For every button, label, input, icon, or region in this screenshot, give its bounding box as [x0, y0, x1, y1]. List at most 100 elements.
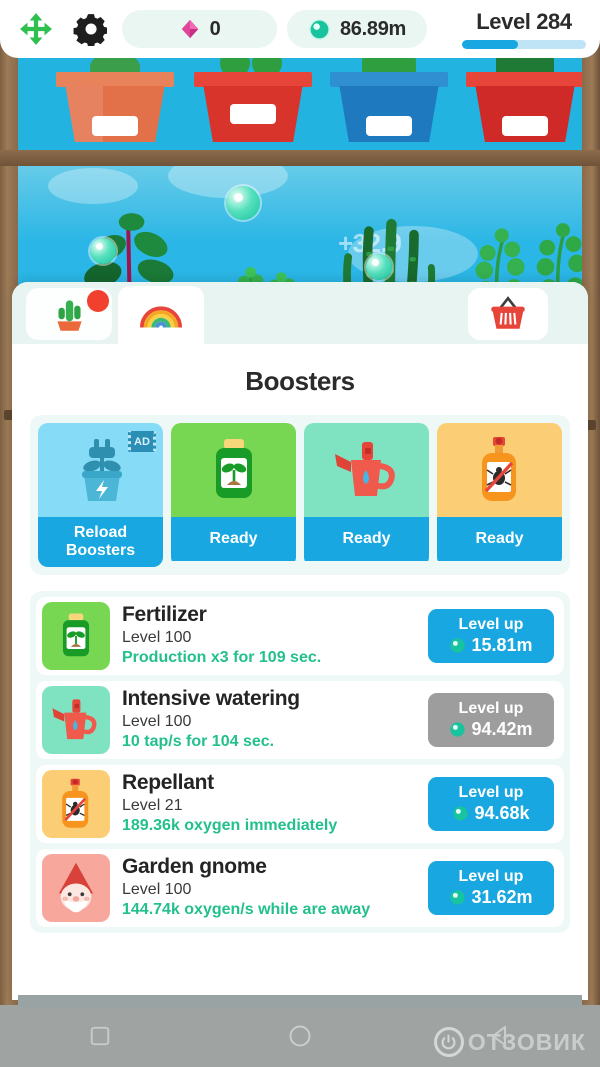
list-item[interactable]: Intensive watering Level 100 10 tap/s fo…	[36, 680, 564, 759]
booster-card-fertilizer[interactable]: Ready	[171, 423, 296, 567]
oxygen-bubble[interactable]	[366, 254, 392, 280]
pot-label	[230, 104, 276, 124]
move-arrows-icon[interactable]	[14, 7, 58, 51]
upgrade-info: Garden gnome Level 100 144.74k oxygen/s …	[122, 855, 416, 922]
level-up-label: Level up	[458, 699, 524, 717]
level-up-button[interactable]: Level up 94.42m	[428, 692, 554, 747]
upgrade-info: Intensive watering Level 100 10 tap/s fo…	[122, 687, 416, 754]
upgrade-title: Intensive watering	[122, 686, 300, 710]
gem-currency-pill[interactable]: 0	[122, 10, 277, 48]
booster-card-repellant[interactable]: Ready	[437, 423, 562, 567]
tab-boosters[interactable]	[118, 286, 204, 344]
level-up-button[interactable]: Level up 15.81m	[428, 608, 554, 663]
square-recents-icon	[90, 1026, 110, 1046]
booster-cta-label[interactable]: Ready	[304, 517, 429, 561]
gem-count: 0	[209, 17, 221, 40]
booster-cta-label[interactable]: Reload Boosters	[38, 517, 163, 567]
cost-value: 94.68k	[474, 802, 530, 823]
cactus-icon	[57, 300, 82, 331]
upgrade-icon	[42, 769, 110, 838]
booster-cta-label[interactable]: Ready	[437, 517, 562, 561]
level-up-label: Level up	[458, 867, 524, 885]
cost-value: 31.62m	[471, 886, 533, 907]
ad-badge: AD	[128, 431, 156, 452]
cost-value: 94.42m	[471, 718, 533, 739]
gem-diamond-icon	[181, 19, 198, 39]
oxygen-bubble-icon	[450, 638, 466, 653]
plant-pot[interactable]	[466, 58, 582, 150]
site-watermark: ОТЗОВИК	[433, 1027, 586, 1057]
rainbow-icon	[139, 306, 183, 328]
pot-rim	[194, 72, 312, 87]
plant-pot[interactable]	[194, 58, 312, 150]
level-progress-fill	[462, 40, 518, 49]
oxygen-bubble-icon	[450, 722, 466, 737]
upgrades-list: Fertilizer Level 100 Production x3 for 1…	[30, 590, 570, 933]
oxygen-currency-pill[interactable]: 86.89m	[287, 10, 427, 48]
cost-value: 15.81m	[471, 634, 533, 655]
level-up-button[interactable]: Level up 31.62m	[428, 860, 554, 915]
level-label: Level 284	[476, 9, 572, 34]
upgrade-info: Repellant Level 21 189.36k oxygen immedi…	[122, 771, 416, 838]
pot-label	[92, 116, 138, 136]
plant-shelf-top	[18, 58, 582, 150]
upgrade-icon	[42, 685, 110, 754]
pot-rim	[56, 72, 174, 87]
oxygen-bubble[interactable]	[226, 186, 260, 220]
upgrade-level: Level 100	[122, 628, 192, 646]
level-up-label: Level up	[458, 783, 524, 801]
repellant-bottle-icon	[62, 778, 89, 828]
fertilizer-bottle-icon	[62, 613, 90, 657]
shelf-board	[0, 150, 600, 166]
booster-art	[171, 423, 296, 517]
oxygen-bubble[interactable]	[90, 238, 116, 264]
home-button[interactable]	[270, 1016, 330, 1056]
upgrade-level: Level 100	[122, 880, 192, 898]
upgrade-title: Garden gnome	[122, 854, 267, 878]
top-hud-bar: 0 86.89m Level 284	[0, 0, 600, 58]
tab-plants[interactable]	[26, 288, 112, 340]
list-item[interactable]: Repellant Level 21 189.36k oxygen immedi…	[36, 764, 564, 843]
pot-rim	[330, 72, 448, 87]
level-up-cost: 15.81m	[432, 635, 550, 656]
upgrade-effect: 10 tap/s for 104 sec.	[122, 733, 275, 751]
notification-badge	[87, 290, 109, 312]
watering-can-icon	[334, 442, 395, 496]
level-up-button[interactable]: Level up 94.68k	[428, 776, 554, 831]
fertilizer-bottle-icon	[215, 439, 252, 498]
upgrade-level: Level 100	[122, 712, 192, 730]
level-indicator: Level 284	[462, 9, 586, 49]
list-item[interactable]: Fertilizer Level 100 Production x3 for 1…	[36, 596, 564, 675]
level-up-cost: 31.62m	[432, 887, 550, 908]
booster-art: AD	[38, 423, 163, 517]
booster-card-reload[interactable]: AD Reload Boosters	[38, 423, 163, 567]
booster-cta-label[interactable]: Ready	[171, 517, 296, 561]
upgrade-effect: 189.36k oxygen immediately	[122, 817, 338, 835]
booster-grid: AD Reload Boosters Ready Ready Ready	[30, 415, 570, 575]
power-logo-icon	[433, 1027, 464, 1057]
oxygen-bubble-icon	[450, 890, 466, 905]
boosters-panel: Boosters AD Reload Boosters Ready Ready …	[12, 282, 588, 1000]
shopping-basket-icon	[491, 296, 525, 329]
level-up-cost: 94.42m	[432, 719, 550, 740]
repellant-bottle-icon	[481, 437, 516, 501]
upgrade-icon	[42, 853, 110, 922]
plant-pot[interactable]	[56, 58, 174, 150]
plant-pot[interactable]	[330, 58, 448, 150]
list-item[interactable]: Garden gnome Level 100 144.74k oxygen/s …	[36, 848, 564, 927]
gear-icon[interactable]	[68, 7, 112, 51]
tab-shop[interactable]	[468, 288, 548, 340]
upgrade-info: Fertilizer Level 100 Production x3 for 1…	[122, 603, 416, 670]
plug-plant-icon	[81, 439, 122, 501]
pot-label	[366, 116, 412, 136]
panel-body: Boosters AD Reload Boosters Ready Ready …	[12, 344, 588, 1000]
oxygen-bubble-icon	[309, 18, 330, 40]
pot-rim	[466, 72, 582, 87]
nav-top-strip	[18, 995, 582, 1007]
watering-can-icon	[52, 699, 97, 739]
level-up-cost: 94.68k	[432, 803, 550, 824]
recents-button[interactable]	[70, 1016, 130, 1056]
booster-card-watering[interactable]: Ready	[304, 423, 429, 567]
upgrade-effect: 144.74k oxygen/s while are away	[122, 901, 371, 919]
panel-tab-bar	[12, 282, 588, 344]
